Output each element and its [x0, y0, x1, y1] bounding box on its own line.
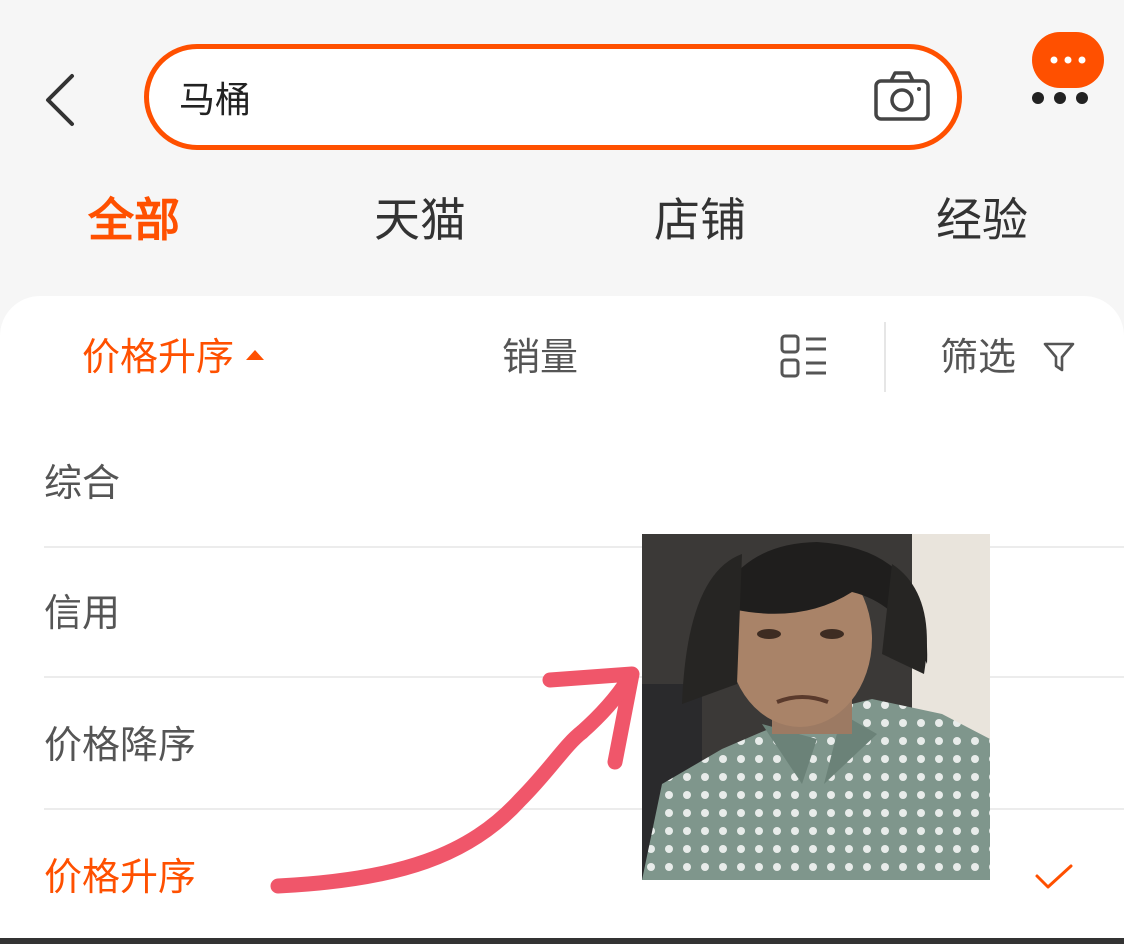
- search-input[interactable]: 马桶: [144, 44, 962, 150]
- chevron-left-icon: [46, 74, 74, 126]
- sort-price-label: 价格升序: [82, 335, 235, 379]
- sort-option-label: 信用: [44, 591, 121, 635]
- top-bar: 马桶: [0, 0, 1124, 170]
- search-query: 马桶: [179, 80, 252, 121]
- checkmark-icon: [1035, 864, 1073, 889]
- filter-button[interactable]: 筛选: [940, 322, 1076, 392]
- divider: [884, 322, 886, 392]
- sort-option-label: 综合: [44, 461, 121, 505]
- more-menu-button[interactable]: [1018, 30, 1108, 120]
- funnel-icon: [1043, 342, 1075, 371]
- filter-label: 筛选: [940, 335, 1017, 379]
- message-bubble-icon: [1032, 32, 1104, 88]
- layout-toggle-button[interactable]: [780, 334, 828, 378]
- more-dots-icon: [1032, 92, 1088, 104]
- tab-experience[interactable]: 经验: [936, 180, 1028, 260]
- bottom-edge: [0, 938, 1124, 944]
- sort-up-arrow-icon: [246, 349, 265, 360]
- sort-option-comprehensive[interactable]: 综合: [44, 418, 1124, 548]
- list-view-icon: [780, 334, 826, 378]
- sort-bar: 价格升序 销量 筛选: [0, 296, 1124, 416]
- camera-icon: [874, 71, 930, 121]
- sort-price-button[interactable]: 价格升序: [82, 322, 265, 392]
- meme-photo: [642, 534, 990, 880]
- category-tabs: 全部 天猫 店铺 经验: [0, 180, 1124, 260]
- sort-option-label: 价格降序: [44, 723, 197, 767]
- sort-sales-button[interactable]: 销量: [502, 322, 578, 392]
- back-button[interactable]: [30, 60, 90, 140]
- tab-shops[interactable]: 店铺: [654, 180, 746, 260]
- tab-all[interactable]: 全部: [88, 180, 180, 260]
- sort-option-label: 价格升序: [44, 855, 197, 899]
- tab-tmall[interactable]: 天猫: [374, 180, 466, 260]
- camera-search-button[interactable]: [873, 69, 931, 123]
